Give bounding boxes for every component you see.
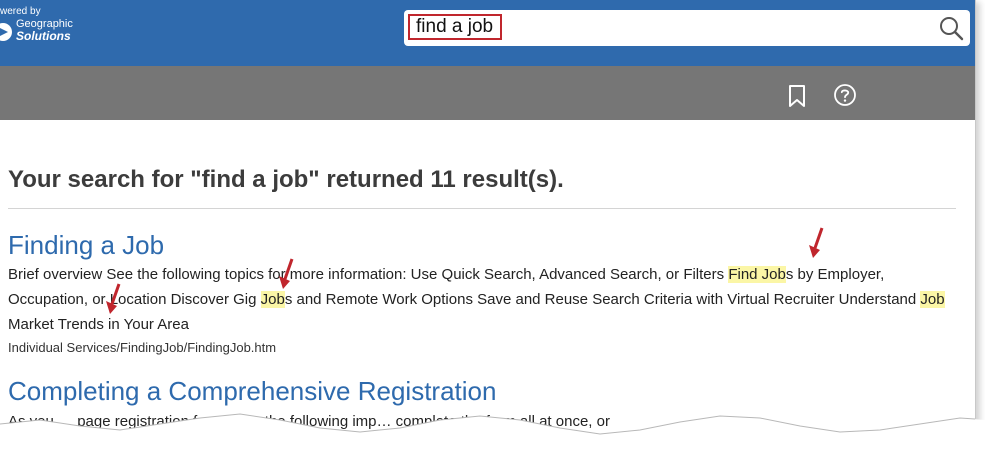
search-icon[interactable] <box>938 15 964 41</box>
logo-mark-icon <box>0 23 12 41</box>
geographic-solutions-logo[interactable]: wered by Geographic Solutions <box>0 6 100 50</box>
search-input[interactable] <box>408 14 502 40</box>
result-path: Individual Services/FindingJob/FindingJo… <box>8 340 277 355</box>
help-icon[interactable] <box>833 83 857 107</box>
results-summary: Your search for "find a job" returned 11… <box>8 166 564 193</box>
excerpt-text: Brief overview See the following topics … <box>8 266 729 283</box>
logo-powered-by: wered by <box>0 6 41 17</box>
search-box <box>404 10 970 46</box>
help-window: wered by Geographic Solutions Your searc… <box>0 0 976 454</box>
divider <box>8 208 956 209</box>
result-excerpt: As you … page registration form, note th… <box>8 413 610 430</box>
search-highlight: Find Job <box>728 266 786 283</box>
result-title-link[interactable]: Finding a Job <box>8 230 164 261</box>
logo-line2: Solutions <box>16 29 71 43</box>
result-excerpt: Brief overview See the following topics … <box>8 262 958 337</box>
result-title-link[interactable]: Completing a Comprehensive Registration <box>8 376 496 407</box>
excerpt-text: s and Remote Work Options Save and Reuse… <box>284 291 921 308</box>
search-highlight: Job <box>260 291 285 308</box>
toolbar <box>0 66 975 120</box>
excerpt-text: Market Trends in Your Area <box>8 316 189 333</box>
bookmark-icon[interactable] <box>786 84 808 108</box>
header-bar: wered by Geographic Solutions <box>0 0 975 66</box>
search-highlight: Job <box>920 291 945 308</box>
